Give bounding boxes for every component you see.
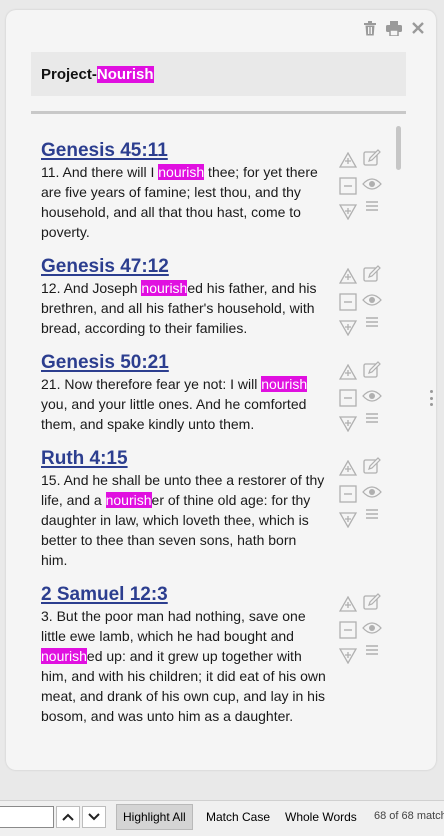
move-down-icon[interactable] <box>338 646 358 666</box>
whole-words-label: Whole Words <box>285 810 357 824</box>
move-up-icon[interactable] <box>338 266 358 286</box>
match-count-status: 68 of 68 matches <box>374 810 444 822</box>
verse-text-before: 21. Now therefore fear ye not: I will <box>41 376 262 392</box>
verse-text-after: you, and your little ones. And he comfor… <box>41 396 307 432</box>
verse-text: 12. And Joseph nourished his father, and… <box>41 278 326 338</box>
edit-icon[interactable] <box>362 456 382 476</box>
match-case-toggle[interactable]: Match Case <box>200 804 276 830</box>
move-down-icon[interactable] <box>338 510 358 530</box>
menu-icon[interactable] <box>362 312 382 332</box>
close-icon[interactable] <box>410 20 426 36</box>
eye-icon[interactable] <box>362 618 382 638</box>
verse-actions <box>338 448 388 528</box>
verse-text: 11. And there will I nourish thee; for y… <box>41 162 326 242</box>
highlight-all-label: Highlight All <box>123 810 186 824</box>
verse-text-before: 3. But the poor man had nothing, save on… <box>41 608 306 644</box>
move-up-icon[interactable] <box>338 362 358 382</box>
verse-actions <box>338 584 388 664</box>
remove-icon[interactable] <box>338 484 358 504</box>
verse-reference-link[interactable]: Ruth 4:15 <box>41 448 326 470</box>
remove-icon[interactable] <box>338 620 358 640</box>
verse-reference-link[interactable]: Genesis 47:12 <box>41 256 326 278</box>
scrollbar-thumb[interactable] <box>396 126 401 170</box>
verse-entry: Ruth 4:15 15. And he shall be unto thee a… <box>41 448 382 570</box>
window-controls <box>362 20 426 36</box>
menu-icon[interactable] <box>362 196 382 216</box>
find-input[interactable] <box>0 806 54 828</box>
menu-icon[interactable] <box>362 640 382 660</box>
title-prefix: Project- <box>41 65 97 83</box>
page-title: Project- Nourish <box>31 52 406 96</box>
search-match-highlight: nourish <box>105 492 152 508</box>
move-down-icon[interactable] <box>338 202 358 222</box>
verse-entry: Genesis 47:12 12. And Joseph nourished hi… <box>41 256 382 338</box>
resize-handle[interactable] <box>429 390 433 406</box>
move-down-icon[interactable] <box>338 318 358 338</box>
verse-text-before: 12. And Joseph <box>41 280 142 296</box>
next-match-button[interactable] <box>82 806 106 828</box>
verse-text: 3. But the poor man had nothing, save on… <box>41 606 326 726</box>
verse-text: 15. And he shall be unto thee a restorer… <box>41 470 326 570</box>
eye-icon[interactable] <box>362 482 382 502</box>
menu-icon[interactable] <box>362 408 382 428</box>
verse-reference-link[interactable]: Genesis 50:21 <box>41 352 326 374</box>
verse-actions <box>338 140 388 220</box>
remove-icon[interactable] <box>338 292 358 312</box>
verse-reference-link[interactable]: Genesis 45:11 <box>41 140 326 162</box>
chevron-up-icon <box>62 813 74 821</box>
verse-actions <box>338 352 388 432</box>
edit-icon[interactable] <box>362 148 382 168</box>
verse-reference-link[interactable]: 2 Samuel 12:3 <box>41 584 326 606</box>
whole-words-toggle[interactable]: Whole Words <box>279 804 363 830</box>
title-divider <box>31 111 406 114</box>
verse-actions <box>338 256 388 336</box>
chevron-down-icon <box>88 813 100 821</box>
search-match-highlight: nourish <box>158 164 205 180</box>
edit-icon[interactable] <box>362 264 382 284</box>
search-match-highlight: nourish <box>41 648 87 664</box>
printer-icon[interactable] <box>386 20 402 36</box>
match-case-label: Match Case <box>206 810 271 824</box>
move-up-icon[interactable] <box>338 594 358 614</box>
move-down-icon[interactable] <box>338 414 358 434</box>
remove-icon[interactable] <box>338 176 358 196</box>
eye-icon[interactable] <box>362 174 382 194</box>
verse-text-before: 11. And there will I <box>41 164 159 180</box>
edit-icon[interactable] <box>362 592 382 612</box>
verse-entry: Genesis 45:11 11. And there will I nouris… <box>41 140 382 242</box>
search-match-highlight: nourish <box>261 376 308 392</box>
edit-icon[interactable] <box>362 360 382 380</box>
menu-icon[interactable] <box>362 504 382 524</box>
move-up-icon[interactable] <box>338 150 358 170</box>
previous-match-button[interactable] <box>56 806 80 828</box>
move-up-icon[interactable] <box>338 458 358 478</box>
remove-icon[interactable] <box>338 388 358 408</box>
verse-text: 21. Now therefore fear ye not: I will no… <box>41 374 326 434</box>
trash-icon[interactable] <box>362 20 378 36</box>
highlight-all-toggle[interactable]: Highlight All <box>116 804 193 830</box>
eye-icon[interactable] <box>362 386 382 406</box>
verse-entry: 2 Samuel 12:3 3. But the poor man had not… <box>41 584 382 726</box>
verse-entry: Genesis 50:21 21. Now therefore fear ye n… <box>41 352 382 434</box>
eye-icon[interactable] <box>362 290 382 310</box>
search-match-highlight: nourish <box>141 280 188 296</box>
title-highlight: Nourish <box>96 65 154 83</box>
